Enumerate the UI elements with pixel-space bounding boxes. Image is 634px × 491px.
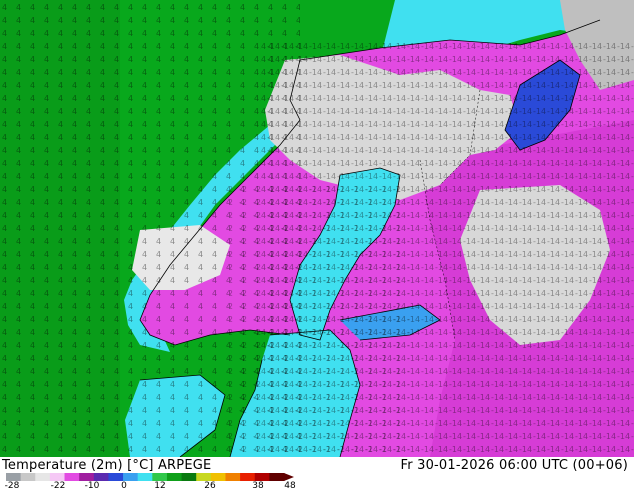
- scale-swatch: [210, 473, 226, 481]
- scale-swatch: [269, 473, 285, 481]
- scale-swatch: [35, 473, 51, 481]
- map-title: Temperature (2m) [°C] ARPEGE: [2, 458, 211, 473]
- scale-swatch: [64, 473, 80, 481]
- scale-swatch: [49, 473, 66, 481]
- valid-time: Fr 30-01-2026 06:00 UTC (00+06): [400, 458, 628, 473]
- color-scale: [6, 473, 294, 481]
- scale-swatch: [123, 473, 139, 481]
- sea-numbers: [230, 180, 410, 457]
- scale-swatch: [196, 473, 212, 481]
- scale-swatch: [20, 473, 36, 481]
- model-label: ARPEGE: [157, 458, 212, 473]
- variable-label: Temperature (2m) [°C]: [2, 458, 154, 473]
- scale-swatch: [166, 473, 183, 481]
- scale-swatch: [137, 473, 153, 481]
- scale-swatch: [240, 473, 256, 481]
- scale-swatch: [93, 473, 109, 481]
- temperature-map: 4 -14 -2: [0, 0, 634, 457]
- scale-swatch: [6, 473, 22, 481]
- scale-swatch: [79, 473, 95, 481]
- scale-swatch: [254, 473, 270, 481]
- scale-swatch: [225, 473, 241, 481]
- footer-bar: Temperature (2m) [°C] ARPEGE Fr 30-01-20…: [0, 457, 634, 491]
- scale-arrow: [284, 473, 294, 481]
- scale-swatch: [108, 473, 124, 481]
- scale-swatch: [152, 473, 168, 481]
- scale-swatch: [181, 473, 197, 481]
- map-svg: 4 -14 -2: [0, 0, 634, 457]
